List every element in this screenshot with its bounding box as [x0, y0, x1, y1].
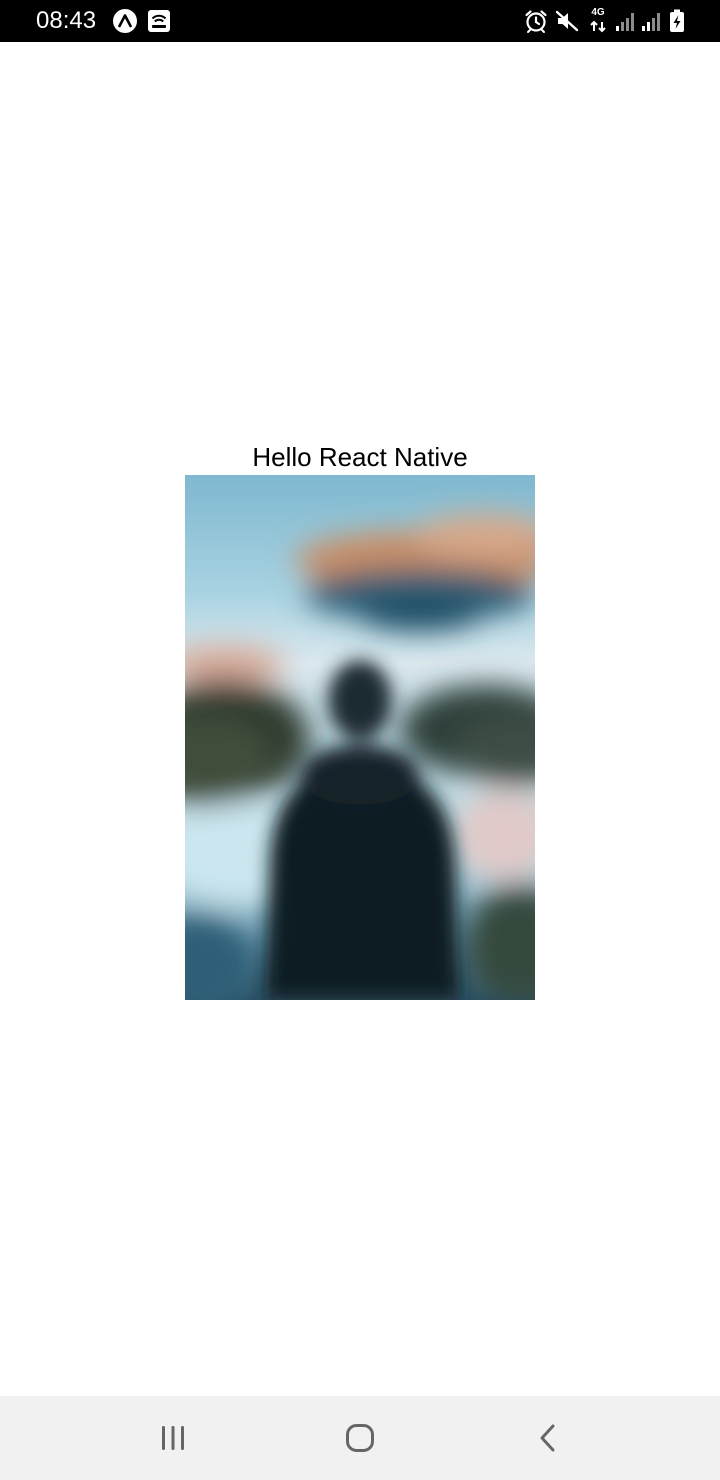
expo-go-icon: [112, 8, 138, 34]
navigation-bar: [0, 1396, 720, 1480]
mute-icon: [554, 8, 580, 34]
greeting-text: Hello React Native: [252, 442, 468, 472]
wifi-calling-icon: [146, 8, 172, 34]
home-icon[interactable]: [336, 1414, 384, 1462]
recent-apps-icon[interactable]: [149, 1414, 197, 1462]
back-icon[interactable]: [524, 1414, 572, 1462]
alarm-icon: [523, 8, 549, 34]
network-type-label: 4G: [591, 7, 605, 18]
status-bar: 08:43 4G: [0, 0, 720, 42]
signal-1-icon: [612, 8, 638, 34]
app-screen: 08:43 4G Hello React Native: [0, 0, 720, 1480]
status-time: 08:43: [36, 7, 97, 34]
signal-2-icon: [638, 8, 664, 34]
network-4g-icon: 4G: [585, 7, 611, 34]
battery-charging-icon: [664, 8, 690, 34]
blurred-photo-image: [185, 475, 535, 1000]
